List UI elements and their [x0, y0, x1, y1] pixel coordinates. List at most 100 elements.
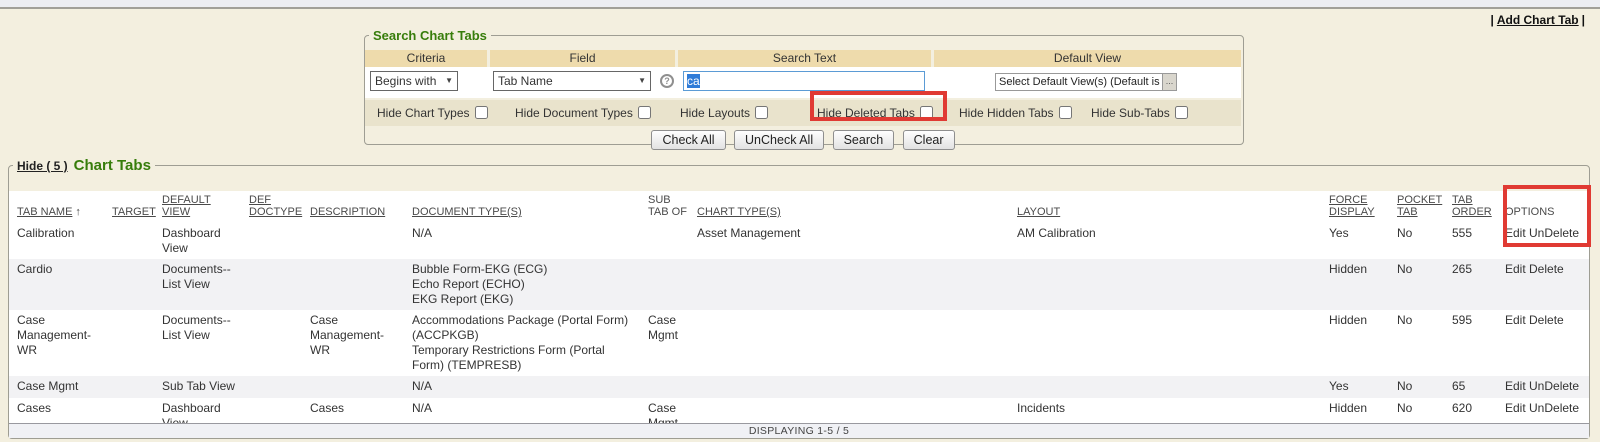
default-view-picker[interactable]: Select Default View(s) (Default is All) … [995, 73, 1177, 91]
uncheck-all-button[interactable]: UnCheck All [734, 130, 824, 150]
pocket-tab-sort-link[interactable]: POCKET TAB [1397, 194, 1442, 218]
table-row: Case Mgmt Sub Tab View N/A Yes No 65 Edi… [9, 376, 1589, 398]
add-chart-tab-link[interactable]: Add Chart Tab [1497, 13, 1579, 27]
cell-tab-order: 265 [1448, 259, 1501, 310]
criteria-column-header: Criteria [365, 50, 487, 67]
hide-hidden-tabs-checkbox[interactable] [1059, 106, 1072, 119]
search-button[interactable]: Search [833, 130, 895, 150]
field-select[interactable]: ▼ Tab Name [493, 71, 651, 91]
cell-description [306, 223, 408, 259]
cell-description: Case Management-WR [306, 310, 408, 376]
hide-chart-types-label: Hide Chart Types [377, 106, 470, 120]
check-all-button[interactable]: Check All [651, 130, 725, 150]
cell-tab-order: 555 [1448, 223, 1501, 259]
column-header-chart-types: CHART TYPE(S) [693, 191, 1013, 223]
cell-layout: Incidents [1013, 398, 1325, 423]
search-header-row: Criteria Field Search Text Default View [365, 50, 1241, 67]
search-panel-title: Search Chart Tabs [369, 28, 491, 43]
cell-def-doctype [245, 398, 306, 423]
cell-tab-order: 620 [1448, 398, 1501, 423]
column-header-description: DESCRIPTION [306, 191, 408, 223]
search-text-input[interactable]: ca [683, 71, 925, 91]
tab-order-sort-link[interactable]: TAB ORDER [1452, 194, 1492, 218]
hide-sub-tabs-checkbox[interactable] [1175, 106, 1188, 119]
search-text-column-header: Search Text [678, 50, 931, 67]
column-header-document-types: DOCUMENT TYPE(S) [408, 191, 644, 223]
cell-tab-name: Calibration [9, 223, 108, 259]
document-types-sort-link[interactable]: DOCUMENT TYPE(S) [412, 206, 522, 218]
help-icon[interactable]: ? [660, 74, 674, 88]
cell-options[interactable]: Edit Delete [1501, 310, 1589, 376]
cell-default-view: Documents-- List View [158, 259, 245, 310]
layout-sort-link[interactable]: LAYOUT [1017, 206, 1060, 218]
column-header-pocket-tab: POCKET TAB [1393, 191, 1448, 223]
cell-pocket-tab: No [1393, 259, 1448, 310]
cell-description: Cases [306, 398, 408, 423]
highlight-box-hide-deleted-tabs [810, 91, 947, 121]
criteria-select-value: Begins with [375, 74, 436, 88]
field-select-value: Tab Name [498, 74, 553, 88]
hide-chart-types-checkbox[interactable] [475, 106, 488, 119]
cell-options[interactable]: Edit UnDelete [1501, 376, 1589, 398]
cell-options[interactable]: Edit Delete [1501, 259, 1589, 310]
field-column-header: Field [490, 50, 675, 67]
search-input-selected-text: ca [687, 74, 700, 88]
sub-tab-of-label: SUB TAB OF [648, 194, 687, 218]
force-display-sort-link[interactable]: FORCE DISPLAY [1329, 194, 1375, 218]
cell-force-display: Hidden [1325, 310, 1393, 376]
hide-sub-tabs-label: Hide Sub-Tabs [1091, 106, 1170, 120]
cell-target [108, 259, 158, 310]
column-header-tab-name: TAB NAME↑ [9, 191, 108, 223]
column-header-target: TARGET [108, 191, 158, 223]
cell-sub-tab-of [644, 259, 693, 310]
cell-force-display: Yes [1325, 376, 1393, 398]
description-sort-link[interactable]: DESCRIPTION [310, 206, 385, 218]
chart-tabs-table: TAB NAME↑ TARGET DEFAULT VIEW DEF DOCTYP… [9, 191, 1589, 423]
cell-document-types: N/A [408, 223, 644, 259]
cell-default-view: Dashboard View [158, 398, 245, 423]
table-row: Cardio Documents-- List View Bubble Form… [9, 259, 1589, 310]
pipe-separator: | [1491, 13, 1494, 27]
cell-document-types: Bubble Form-EKG (ECG) Echo Report (ECHO)… [408, 259, 644, 310]
cell-def-doctype [245, 310, 306, 376]
column-header-def-doctype: DEF DOCTYPE [245, 191, 306, 223]
hide-layouts-checkbox[interactable] [755, 106, 768, 119]
clear-button[interactable]: Clear [903, 130, 955, 150]
default-view-column-header: Default View [934, 50, 1241, 67]
cell-tab-name: Case Management-WR [9, 310, 108, 376]
cell-tab-name: Cases [9, 398, 108, 423]
column-header-tab-order: TAB ORDER [1448, 191, 1501, 223]
paging-status: DISPLAYING 1-5 / 5 [9, 423, 1589, 438]
chart-types-sort-link[interactable]: CHART TYPE(S) [697, 206, 781, 218]
hide-document-types-checkbox[interactable] [638, 106, 651, 119]
cell-default-view: Dashboard View [158, 223, 245, 259]
cell-description [306, 376, 408, 398]
cell-pocket-tab: No [1393, 310, 1448, 376]
hide-hidden-tabs-option: Hide Hidden Tabs [959, 104, 1072, 122]
criteria-select[interactable]: ▼ Begins with [370, 71, 458, 91]
cell-options[interactable]: Edit UnDelete [1501, 398, 1589, 423]
sort-ascending-icon[interactable]: ↑ [75, 206, 81, 218]
cell-document-types: N/A [408, 376, 644, 398]
hide-document-types-label: Hide Document Types [515, 106, 633, 120]
hide-chart-types-option: Hide Chart Types [377, 104, 488, 122]
default-view-sort-link[interactable]: DEFAULT VIEW [162, 194, 211, 218]
cell-target [108, 398, 158, 423]
cell-chart-types [693, 259, 1013, 310]
chevron-down-icon: ▼ [445, 72, 453, 90]
cell-target [108, 223, 158, 259]
cell-force-display: Hidden [1325, 259, 1393, 310]
hide-results-link[interactable]: Hide ( 5 ) [17, 159, 68, 173]
chart-tabs-title: Chart Tabs [74, 157, 151, 174]
ellipsis-button[interactable]: ... [1162, 74, 1176, 90]
chevron-down-icon: ▼ [638, 72, 646, 90]
def-doctype-sort-link[interactable]: DEF DOCTYPE [249, 194, 302, 218]
cell-def-doctype [245, 259, 306, 310]
highlight-box-options [1503, 185, 1591, 247]
column-header-layout: LAYOUT [1013, 191, 1325, 223]
cell-document-types: Accommodations Package (Portal Form) (AC… [408, 310, 644, 376]
target-sort-link[interactable]: TARGET [112, 206, 156, 218]
search-chart-tabs-panel: Search Chart Tabs Criteria Field Search … [364, 28, 1244, 145]
tab-name-sort-link[interactable]: TAB NAME [17, 206, 72, 218]
default-view-picker-value: Select Default View(s) (Default is All) [999, 76, 1177, 88]
